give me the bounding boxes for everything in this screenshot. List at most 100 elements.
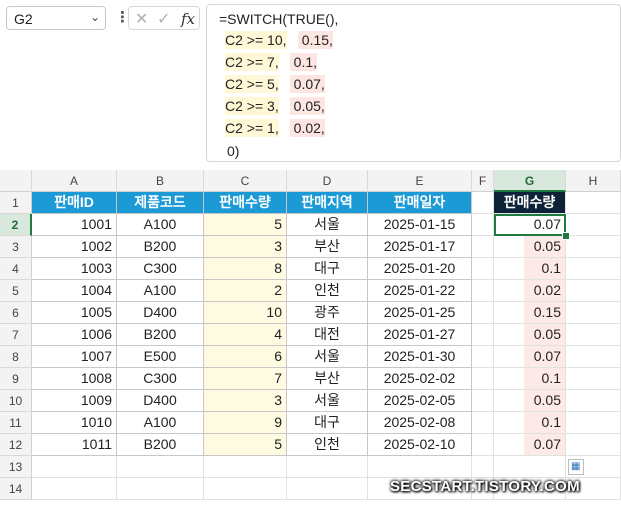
table-cell[interactable]: 2 [204, 280, 287, 302]
column-header-B[interactable]: B [117, 170, 204, 192]
table-cell[interactable]: 2025-02-02 [368, 368, 472, 390]
table-cell[interactable]: 5 [204, 434, 287, 456]
fill-handle[interactable] [562, 232, 570, 240]
grid-cell[interactable] [472, 368, 494, 390]
active-cell[interactable]: 0.07 [494, 214, 566, 236]
column-header-H[interactable]: H [566, 170, 621, 192]
grid-cell[interactable] [472, 258, 494, 280]
table-cell[interactable]: 1011 [32, 434, 117, 456]
row-header-8[interactable]: 8 [0, 346, 32, 368]
result-cell[interactable]: 0.15 [494, 302, 566, 324]
table-cell[interactable]: C300 [117, 258, 204, 280]
table-cell[interactable]: 6 [204, 346, 287, 368]
row-header-2[interactable]: 2 [0, 214, 32, 236]
table-cell[interactable]: 1005 [32, 302, 117, 324]
table-cell[interactable]: 2025-02-10 [368, 434, 472, 456]
table-cell[interactable]: 10 [204, 302, 287, 324]
result-cell[interactable]: 0.07 [494, 346, 566, 368]
table-cell[interactable]: 8 [204, 258, 287, 280]
column-header-F[interactable]: F [472, 170, 494, 192]
row-header-12[interactable]: 12 [0, 434, 32, 456]
grid-cell[interactable] [566, 258, 621, 280]
table-cell[interactable]: 3 [204, 390, 287, 412]
grid-cell[interactable] [32, 478, 117, 500]
table-cell[interactable]: 1009 [32, 390, 117, 412]
table-cell[interactable]: 광주 [287, 302, 368, 324]
table-cell[interactable]: 2025-01-22 [368, 280, 472, 302]
table-cell[interactable]: 2025-01-20 [368, 258, 472, 280]
row-header-6[interactable]: 6 [0, 302, 32, 324]
column-header-A[interactable]: A [32, 170, 117, 192]
column-header-G[interactable]: G [494, 170, 566, 192]
cancel-icon[interactable]: ✕ [135, 9, 148, 29]
table-cell[interactable]: B200 [117, 324, 204, 346]
table-cell[interactable]: 1002 [32, 236, 117, 258]
row-header-4[interactable]: 4 [0, 258, 32, 280]
table-cell[interactable]: 4 [204, 324, 287, 346]
grid-cell[interactable] [566, 324, 621, 346]
grid-cell[interactable] [472, 236, 494, 258]
result-cell[interactable]: 0.1 [494, 258, 566, 280]
table-header-cell[interactable]: 판매ID [32, 192, 117, 214]
grid-cell[interactable] [204, 456, 287, 478]
table-cell[interactable]: 7 [204, 368, 287, 390]
grid-cell[interactable] [566, 390, 621, 412]
grid-cell[interactable] [566, 214, 621, 236]
row-header-10[interactable]: 10 [0, 390, 32, 412]
grid-cell[interactable] [472, 412, 494, 434]
table-cell[interactable]: 1003 [32, 258, 117, 280]
table-cell[interactable]: D400 [117, 390, 204, 412]
result-cell[interactable]: 0.07 [494, 434, 566, 456]
result-cell[interactable]: 0.05 [494, 324, 566, 346]
table-cell[interactable]: 서울 [287, 390, 368, 412]
grid-cell[interactable] [472, 302, 494, 324]
grid-cell[interactable] [368, 456, 472, 478]
grid-cell[interactable] [472, 434, 494, 456]
grid-cell[interactable] [472, 214, 494, 236]
table-cell[interactable]: D400 [117, 302, 204, 324]
table-cell[interactable]: 3 [204, 236, 287, 258]
table-cell[interactable]: A100 [117, 412, 204, 434]
table-cell[interactable]: 인천 [287, 280, 368, 302]
grid-cell[interactable] [287, 456, 368, 478]
table-cell[interactable]: 대구 [287, 258, 368, 280]
table-cell[interactable]: A100 [117, 280, 204, 302]
column-header-D[interactable]: D [287, 170, 368, 192]
table-header-cell[interactable]: 판매일자 [368, 192, 472, 214]
table-cell[interactable]: C300 [117, 368, 204, 390]
column-header-C[interactable]: C [204, 170, 287, 192]
table-cell[interactable]: 1008 [32, 368, 117, 390]
result-cell[interactable]: 0.1 [494, 412, 566, 434]
result-cell[interactable]: 0.1 [494, 368, 566, 390]
grid-cell[interactable] [566, 302, 621, 324]
grid-cell[interactable] [472, 324, 494, 346]
table-cell[interactable]: B200 [117, 434, 204, 456]
grid-cell[interactable] [566, 412, 621, 434]
select-all-corner[interactable] [0, 170, 32, 192]
table-cell[interactable]: 1010 [32, 412, 117, 434]
grid-cell[interactable] [472, 456, 494, 478]
table-cell[interactable]: 1001 [32, 214, 117, 236]
table-cell[interactable]: 5 [204, 214, 287, 236]
result-cell[interactable]: 0.02 [494, 280, 566, 302]
grid-cell[interactable] [566, 368, 621, 390]
table-cell[interactable]: 1006 [32, 324, 117, 346]
grid-cell[interactable] [287, 478, 368, 500]
row-header-1[interactable]: 1 [0, 192, 32, 214]
grid-cell[interactable] [566, 280, 621, 302]
table-cell[interactable]: 2025-01-27 [368, 324, 472, 346]
table-cell[interactable]: 1007 [32, 346, 117, 368]
row-header-14[interactable]: 14 [0, 478, 32, 500]
chevron-down-icon[interactable]: ⌄ [90, 10, 100, 24]
result-cell[interactable]: 0.05 [494, 390, 566, 412]
grid-cell[interactable] [204, 478, 287, 500]
name-box[interactable]: G2 ⌄ [6, 6, 106, 30]
grid-cell[interactable] [566, 346, 621, 368]
check-icon[interactable]: ✓ [157, 9, 170, 29]
table-cell[interactable]: 2025-02-05 [368, 390, 472, 412]
column-header-E[interactable]: E [368, 170, 472, 192]
grid-cell[interactable] [566, 236, 621, 258]
table-cell[interactable]: 2025-01-25 [368, 302, 472, 324]
row-header-7[interactable]: 7 [0, 324, 32, 346]
table-cell[interactable]: 부산 [287, 368, 368, 390]
